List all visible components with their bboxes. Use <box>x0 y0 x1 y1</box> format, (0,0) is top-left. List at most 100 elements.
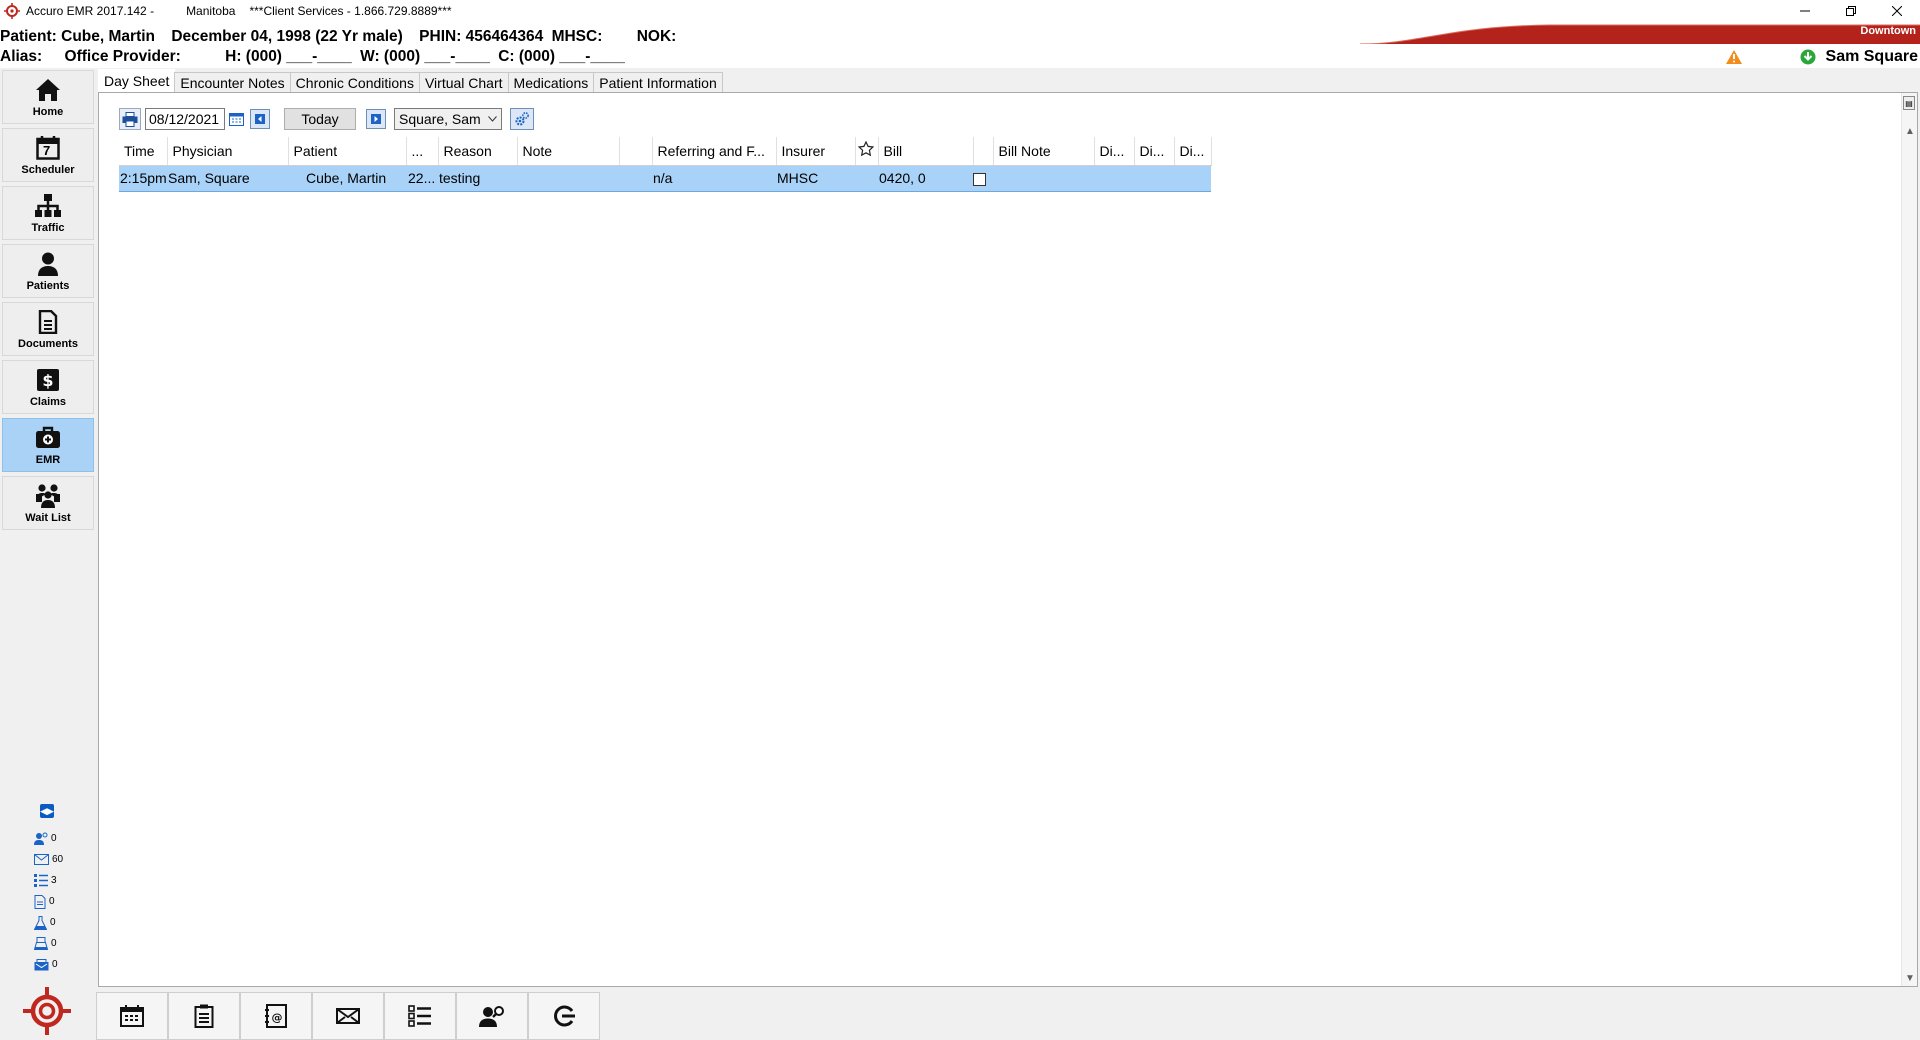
previous-day-button[interactable] <box>250 109 270 129</box>
col-time[interactable]: Time <box>119 137 168 166</box>
tab-chronic-conditions[interactable]: Chronic Conditions <box>289 72 420 92</box>
lab-flask-icon <box>34 915 47 930</box>
print-button[interactable] <box>119 108 141 130</box>
vertical-scrollbar[interactable]: ▤ ▲ ▼ <box>1901 93 1917 986</box>
current-user[interactable]: Sam Square <box>1826 48 1918 66</box>
col-diagnosis-3[interactable]: Di... <box>1174 137 1212 166</box>
cell-diagnosis-3 <box>1174 165 1211 192</box>
calendar-button[interactable] <box>96 992 168 1040</box>
tab-day-sheet[interactable]: Day Sheet <box>98 69 176 92</box>
counter-fax[interactable]: 0 <box>34 954 63 975</box>
messages-button[interactable] <box>312 992 384 1040</box>
tab-patient-information[interactable]: Patient Information <box>593 72 723 92</box>
sidebar-item-scheduler[interactable]: 7 Scheduler <box>2 128 94 182</box>
next-day-button[interactable] <box>366 109 386 129</box>
counter-patient[interactable]: 0 <box>34 828 63 849</box>
patient-alias: Alias: <box>0 48 43 65</box>
counter-lab[interactable]: 0 <box>34 912 63 933</box>
sidebar-item-home[interactable]: Home <box>2 70 94 124</box>
address-book-icon: @ <box>265 1004 287 1028</box>
col-note[interactable]: Note <box>517 137 620 166</box>
home-icon <box>35 77 61 103</box>
minimize-icon <box>1800 10 1810 12</box>
cell-insurer: MHSC <box>776 165 855 192</box>
sidebar-item-label: Wait List <box>25 512 71 524</box>
sidebar-item-label: Patients <box>26 280 70 292</box>
col-bill[interactable]: Bill <box>878 137 974 166</box>
restore-button[interactable] <box>1828 0 1874 22</box>
app-title: Accuro EMR 2017.142 - <box>26 4 155 18</box>
day-sheet-panel: Today Square, Sam Time Phy <box>98 92 1918 987</box>
task-list-button[interactable] <box>384 992 456 1040</box>
cell-time: 2:15pm <box>119 165 167 192</box>
tab-virtual-chart[interactable]: Virtual Chart <box>418 72 509 92</box>
header-banner <box>1360 24 1920 44</box>
table-row[interactable]: 2:15pm Sam, Square Cube, Martin 22... te… <box>119 165 1211 192</box>
address-book-button[interactable]: @ <box>240 992 312 1040</box>
col-referring[interactable]: Referring and F... <box>652 137 777 166</box>
physician-select[interactable]: Square, Sam <box>394 108 502 130</box>
column-picker-button[interactable]: ▤ <box>1903 96 1915 110</box>
col-physician[interactable]: Physician <box>167 137 289 166</box>
counter-document[interactable]: 0 <box>34 891 63 912</box>
tab-encounter-notes[interactable]: Encounter Notes <box>174 72 291 92</box>
cell-patient: Cube, Martin <box>288 165 406 192</box>
billed-checkbox[interactable] <box>973 172 986 186</box>
sidebar-item-patients[interactable]: Patients <box>2 244 94 298</box>
patient-lookup-button[interactable] <box>456 992 528 1040</box>
counter-mail[interactable]: 60 <box>34 849 63 870</box>
col-diagnosis-1[interactable]: Di... <box>1094 137 1135 166</box>
day-sheet-toolbar: Today Square, Sam <box>119 107 534 131</box>
cell-note <box>517 165 619 192</box>
sidebar-item-documents[interactable]: Documents <box>2 302 94 356</box>
svg-text:$: $ <box>42 371 53 390</box>
counter-value: 0 <box>51 833 57 844</box>
counter-value: 0 <box>52 959 58 970</box>
document-icon <box>35 309 61 335</box>
col-reason[interactable]: Reason <box>438 137 518 166</box>
sidebar-item-traffic[interactable]: Traffic <box>2 186 94 240</box>
minimize-button[interactable] <box>1782 0 1828 22</box>
logout-button[interactable] <box>528 992 600 1040</box>
settings-button[interactable] <box>510 108 534 130</box>
collapse-toggle-button[interactable]: ◀▶ <box>40 804 54 818</box>
patient-line-2: Alias: Office Provider: H: (000) ___-___… <box>0 48 637 66</box>
col-blank-1[interactable] <box>619 137 653 166</box>
patient-mhsc: MHSC: <box>551 28 603 45</box>
counter-printer[interactable]: 0 <box>34 933 63 954</box>
patient-name[interactable]: Patient: Cube, Martin <box>0 28 155 45</box>
printer-icon <box>122 111 138 127</box>
sidebar-item-label: Documents <box>18 338 78 350</box>
counter-list[interactable]: 3 <box>34 870 63 891</box>
accuro-target-logo-icon[interactable] <box>22 986 72 1036</box>
tab-medications[interactable]: Medications <box>507 72 595 92</box>
col-patient[interactable]: Patient <box>288 137 407 166</box>
gear-icon <box>515 112 529 126</box>
date-picker-button[interactable] <box>227 108 245 130</box>
table-header-row: Time Physician Patient ... Reason Note R… <box>119 137 1212 166</box>
tasks-button[interactable] <box>168 992 240 1040</box>
patient-phin: PHIN: 456464364 <box>419 28 544 45</box>
calendar-icon <box>228 113 244 126</box>
col-insurer[interactable]: Insurer <box>776 137 856 166</box>
col-age[interactable]: ... <box>406 137 439 166</box>
col-favorite[interactable] <box>855 137 879 166</box>
sidebar-item-claims[interactable]: $ Claims <box>2 360 94 414</box>
today-button[interactable]: Today <box>284 108 356 130</box>
warning-icon[interactable] <box>1725 50 1742 64</box>
col-bill-note[interactable]: Bill Note <box>993 137 1095 166</box>
col-billed-flag[interactable] <box>973 137 994 166</box>
calendar-icon <box>120 1005 144 1027</box>
date-input[interactable] <box>145 108 225 130</box>
status-ok-icon[interactable] <box>1800 49 1816 65</box>
scroll-down-button[interactable]: ▼ <box>1902 970 1918 986</box>
calendar-day: 7 <box>43 143 51 158</box>
sidebar-item-emr[interactable]: EMR <box>2 418 94 472</box>
close-button[interactable] <box>1874 0 1920 22</box>
counter-value: 3 <box>51 875 57 886</box>
calendar-icon: 7 <box>35 135 61 161</box>
title-bar: Accuro EMR 2017.142 - Manitoba ***Client… <box>0 0 1920 22</box>
sidebar-item-wait-list[interactable]: Wait List <box>2 476 94 530</box>
scroll-up-button[interactable]: ▲ <box>1902 123 1918 139</box>
col-diagnosis-2[interactable]: Di... <box>1134 137 1175 166</box>
